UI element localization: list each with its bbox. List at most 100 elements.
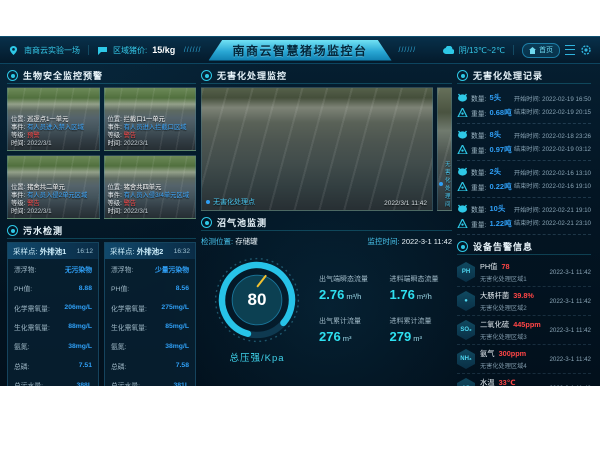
sewage-row: 生化需氧量:88mg/L	[8, 317, 98, 336]
treatment-main-video[interactable]: 无害化处理点 2022/3/1 11:42	[201, 87, 433, 211]
ph-icon: PH	[457, 262, 475, 282]
camera-feed-4[interactable]: 位置: 猪舍共四单元 事件: 有人员入侵3/4单元区域 等级: 警告 时间: 2…	[104, 155, 197, 219]
title-deco-left: //////	[184, 47, 202, 54]
start-label: 开始时间:	[514, 170, 540, 177]
alarm-area: 无害化处理区域2	[480, 303, 544, 312]
camera-feed-3[interactable]: 位置: 猪舍共二单元 事件: 有人员入侵2单元区域 等级: 警告 时间: 202…	[7, 155, 100, 219]
gauge-label: 总压强/Kpa	[229, 350, 284, 364]
stat-value: 276	[319, 329, 341, 344]
alarm-item-ph: PH PH值78 无害化处理区域1 2022-3-1 11:42	[457, 258, 591, 287]
pig-price-label: 区域猪价:	[113, 45, 147, 56]
alarm-item-ecoli: ● 大肠杆菌39.8% 无害化处理区域2 2022-3-1 11:42	[457, 287, 591, 316]
alarm-name: 水温	[480, 378, 495, 387]
biosafety-title: 生物安全监控预警	[23, 69, 103, 82]
stat-label: 出气累计流量	[319, 316, 382, 326]
start-time: 2022-02-18 23:26	[542, 133, 591, 140]
home-icon	[529, 47, 536, 54]
records-panel-header: 无害化处理记录	[457, 68, 591, 84]
end-label: 结束时间:	[514, 220, 540, 227]
qty-value: 5头	[489, 92, 501, 103]
sample-point-label: 采样点:	[13, 247, 38, 256]
sewage-card-2: 采样点: 外排池2 16:32 漂浮物:少量污染物 PH值:8.56 化学需氧量…	[104, 242, 196, 386]
home-label: 首页	[539, 45, 553, 55]
alarm-value: 300ppm	[499, 349, 527, 358]
treatment-panel: 无害化处理监控 无害化处理点 2022/3/1 11:42 无害化处理间	[201, 68, 452, 211]
sewage-row: PH值:8.88	[8, 278, 98, 297]
end-time: 2022-02-19 03:12	[542, 146, 591, 153]
weight-value: 1.22吨	[489, 218, 511, 229]
row-value: 7.51	[79, 362, 92, 369]
stat-unit: m³/h	[346, 292, 361, 301]
stat-inflow-instant: 进料端瞬态流量 1.76m³/h	[390, 274, 453, 302]
middle-column: 无害化处理监控 无害化处理点 2022/3/1 11:42 无害化处理间	[201, 68, 452, 386]
camera-feed-2[interactable]: 位置: 拦截口1一单元 事件: 有人员进入拦截口区域 等级: 警告 时间: 20…	[104, 87, 197, 151]
record-item-1: 数量:5头 重量:0.68吨 开始时间: 2022-02-19 16:50 结束…	[457, 87, 591, 124]
cam-loc-label: 位置:	[108, 184, 122, 191]
alarm-name: 二氧化硫	[480, 320, 509, 330]
cam-lvl-value: 预警	[27, 132, 40, 139]
gauge-dial: 80	[211, 254, 303, 346]
detect-location-value: 存储罐	[235, 237, 258, 246]
end-time: 2022-02-16 19:10	[542, 183, 591, 190]
sewage-title: 污水检测	[23, 224, 63, 237]
qty-value: 8头	[489, 129, 501, 140]
alarm-time: 2022-3-1 11:42	[549, 356, 591, 363]
row-value: 38mg/L	[68, 343, 92, 350]
cam-time-value: 2022/3/1	[124, 140, 149, 147]
chat-bubble-icon	[97, 46, 108, 55]
ammonia-icon: NH₃	[457, 349, 475, 369]
right-column: 无害化处理记录 数量:5头 重量:0.68吨 开始时间: 2022-02-19 …	[457, 68, 591, 386]
farm-location[interactable]: 南商云实验一场	[24, 45, 80, 56]
records-panel: 无害化处理记录 数量:5头 重量:0.68吨 开始时间: 2022-02-19 …	[457, 68, 591, 235]
sewage-row: 总污水量:388L	[8, 376, 98, 386]
alarm-area: 无害化处理区域4	[480, 361, 544, 370]
monitor-time-value: 2022-3-1 11:42	[402, 237, 452, 246]
header-bar: 南商云实验一场 区域猪价: 15/kg ////// 南商云智慧猪场监控台 //…	[0, 36, 600, 64]
cam-lvl-value: 警告	[124, 200, 137, 207]
cam-time-label: 时间:	[11, 140, 25, 147]
row-value: 少量污染物	[155, 264, 189, 274]
row-label: 总磷:	[111, 361, 126, 371]
weight-label: 重量:	[471, 108, 486, 118]
stat-label: 进料累计流量	[390, 316, 453, 326]
location-pin-icon	[8, 46, 19, 55]
pig-icon	[457, 130, 468, 139]
row-label: 化学需氧量:	[111, 303, 147, 313]
biogas-info-row: 检测位置: 存储罐 监控时间: 2022-3-1 11:42	[201, 234, 452, 248]
qty-label: 数量:	[471, 204, 486, 214]
cam-time-value: 2022/3/1	[27, 140, 52, 147]
row-value: 275mg/L	[161, 304, 189, 311]
menu-icon[interactable]	[565, 45, 575, 55]
end-time: 2022-02-19 20:15	[542, 109, 591, 116]
caption-dot-icon	[206, 200, 210, 204]
cam-lvl-label: 等级:	[108, 132, 122, 139]
weather-text: 阴/13℃~2℃	[459, 45, 505, 56]
treatment-title: 无害化处理监控	[217, 69, 287, 82]
treatment-side-video[interactable]: 无害化处理间	[437, 87, 452, 211]
start-label: 开始时间:	[514, 133, 540, 140]
sewage-row: PH值:8.56	[105, 278, 195, 297]
weight-icon	[457, 182, 468, 191]
pressure-gauge: 80 总压强/Kpa	[201, 254, 313, 364]
row-label: PH值:	[111, 283, 129, 293]
sample-time: 16:32	[174, 248, 190, 255]
row-value: 85mg/L	[165, 323, 189, 330]
qty-label: 数量:	[471, 167, 486, 177]
start-time: 2022-02-21 19:10	[542, 207, 591, 214]
cloud-icon	[443, 46, 454, 54]
row-value: 381L	[174, 382, 190, 386]
camera-feed-1[interactable]: 位置: 巡逻点1一单元 事件: 有人员进入禁入区域 等级: 预警 时间: 202…	[7, 87, 100, 151]
alarms-title: 设备告警信息	[473, 240, 533, 253]
sample-time: 16:12	[77, 248, 93, 255]
camera-overlay: 位置: 猪舍共二单元 事件: 有人员入侵2单元区域 等级: 警告 时间: 202…	[11, 184, 87, 216]
record-item-4: 数量:10头 重量:1.22吨 开始时间: 2022-02-21 19:10 结…	[457, 198, 591, 235]
start-label: 开始时间:	[514, 207, 540, 214]
sample-point-value: 外排池2	[137, 247, 164, 256]
sewage-row: 化学需氧量: 275mg/L	[105, 298, 195, 317]
stat-outflow-instant: 出气端瞬态流量 2.76m³/h	[319, 274, 382, 302]
gear-icon[interactable]	[580, 44, 592, 56]
row-label: 化学需氧量:	[14, 303, 50, 313]
cam-evt-value: 有人员入侵2单元区域	[27, 192, 87, 199]
cam-lvl-label: 等级:	[11, 132, 25, 139]
home-button[interactable]: 首页	[522, 43, 560, 58]
